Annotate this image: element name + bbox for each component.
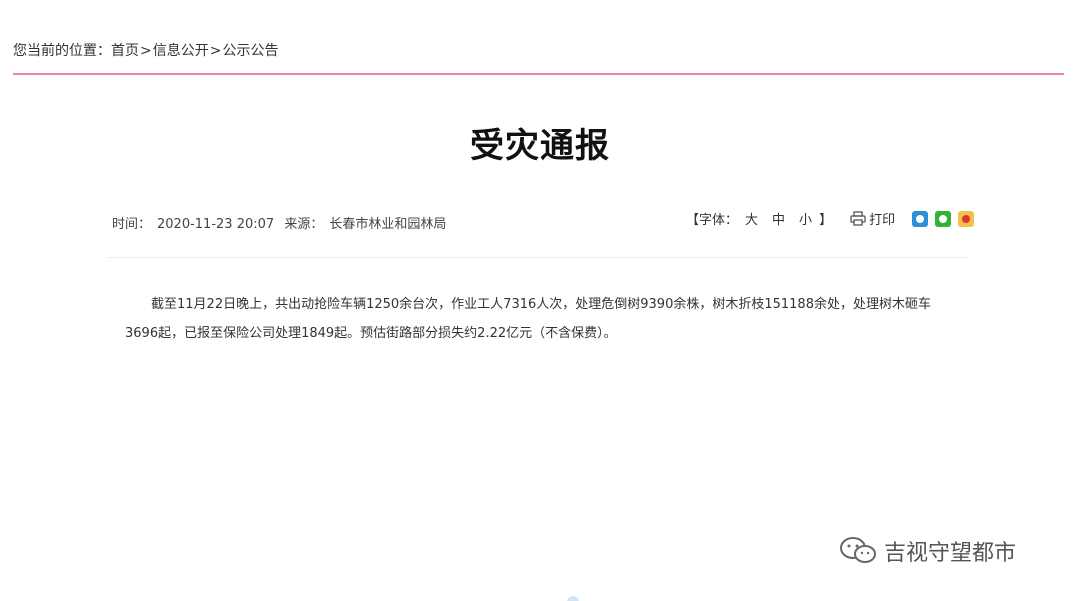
article-title: 受灾通报 <box>470 126 610 166</box>
source-value: 长春市林业和园林局 <box>329 217 447 232</box>
font-size-medium-button[interactable]: 中 <box>772 209 785 228</box>
share-buttons <box>912 210 975 227</box>
breadcrumb-separator: > <box>140 43 152 59</box>
font-size-small-button[interactable]: 小 <box>799 209 812 228</box>
header-divider <box>13 73 1064 75</box>
article-meta: 时间： 2020-11-23 20:07 来源： 长春市林业和园林局 <box>112 213 452 232</box>
print-label: 打印 <box>869 213 896 228</box>
publish-time: 2020-11-23 20:07 <box>157 217 275 232</box>
breadcrumb-home-link[interactable]: 首页 <box>111 43 139 59</box>
article-tools: 【字体： 大 中 小 】 打印 <box>686 209 975 228</box>
source-label: 来源： <box>284 217 324 232</box>
breadcrumb: 您当前的位置：首页>信息公开>公示公告 <box>13 40 278 60</box>
time-label: 时间： <box>112 217 152 232</box>
print-button[interactable]: 打印 <box>850 209 895 228</box>
font-size-close: 】 <box>819 213 833 228</box>
printer-icon <box>850 211 866 226</box>
scroll-indicator <box>567 596 579 601</box>
breadcrumb-separator: > <box>209 43 222 59</box>
qq-icon[interactable] <box>912 210 929 227</box>
weibo-icon[interactable] <box>958 210 975 227</box>
watermark-text: 吉视守望都市 <box>884 541 1017 566</box>
breadcrumb-current-link[interactable]: 公示公告 <box>222 43 278 59</box>
article-body: 截至11月22日晚上，共出动抢险车辆1250余台次，作业工人7316人次，处理危… <box>125 297 931 341</box>
watermark: 吉视守望都市 <box>838 535 1016 567</box>
breadcrumb-section-link[interactable]: 信息公开 <box>153 43 209 59</box>
wechat-logo-icon <box>840 537 876 563</box>
wechat-icon[interactable] <box>935 210 952 227</box>
page: 您当前的位置：首页>信息公开>公示公告 受灾通报 时间： 2020-11-23 2… <box>0 0 1080 601</box>
breadcrumb-prefix: 您当前的位置： <box>13 43 111 59</box>
font-size-large-button[interactable]: 大 <box>745 209 758 228</box>
font-size-label: 【字体： <box>686 213 739 228</box>
meta-divider <box>107 257 968 258</box>
